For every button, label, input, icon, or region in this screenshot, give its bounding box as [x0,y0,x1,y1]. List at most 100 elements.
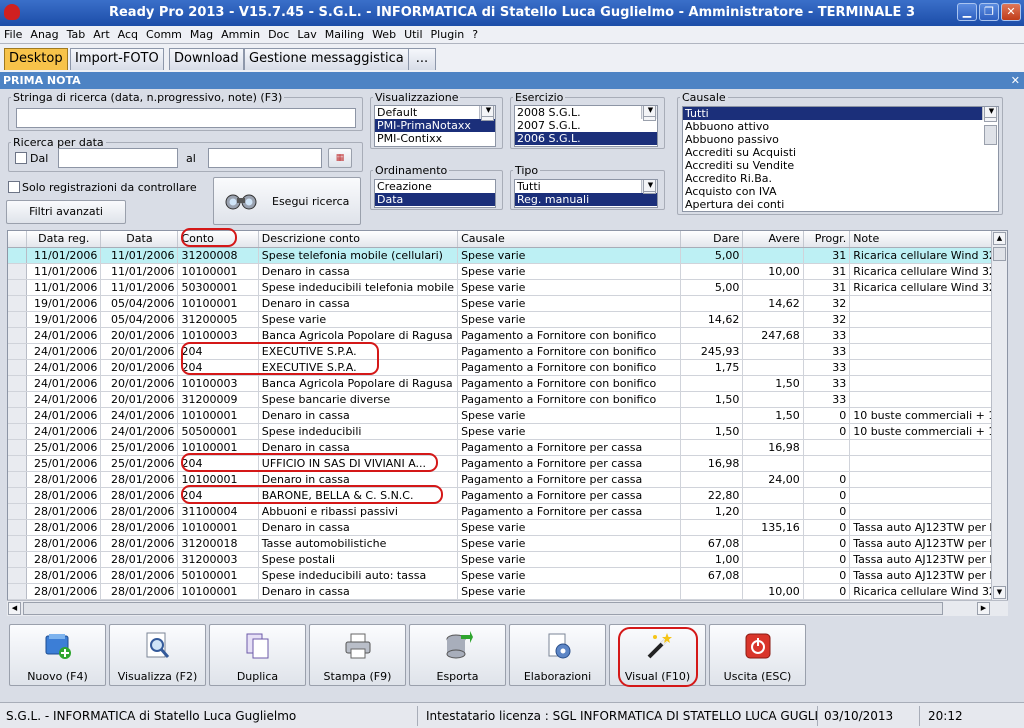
row-indicator[interactable] [8,567,28,584]
only-check-checkbox[interactable] [8,181,20,193]
table-row[interactable]: 25/01/2006 25/01/2006 204 UFFICIO IN SAS DI… [8,455,1007,472]
causale-listbox[interactable]: Tutti Abbuono attivo Abbuono passivo Acc… [682,106,999,212]
section-close-icon[interactable]: ✕ [1011,72,1020,89]
col-header-data-reg[interactable]: Data reg. [26,231,102,248]
menu-art[interactable]: Art [89,26,113,43]
processing-button[interactable]: Elaborazioni [509,624,606,686]
col-header-note[interactable]: Note [849,231,1007,248]
menu-doc[interactable]: Doc [264,26,293,43]
table-row[interactable]: 19/01/2006 05/04/2006 31200005 Spese varie S… [8,311,1007,328]
row-indicator[interactable] [8,263,28,280]
prima-nota-grid[interactable]: Data reg. Data Conto Descrizione conto C… [7,230,1008,616]
causale-item[interactable]: Abbuono attivo [683,120,998,133]
view-item[interactable]: Default [375,106,495,119]
row-indicator[interactable] [8,247,28,264]
causale-item[interactable]: Apertura dei conti [683,198,998,211]
grid-horizontal-scrollbar[interactable]: ◀ ▶ [7,600,1008,616]
menu-file[interactable]: File [0,26,26,43]
menu-acq[interactable]: Acq [114,26,142,43]
fiscal-year-item[interactable]: 2007 S.G.L. [515,119,657,132]
row-indicator[interactable] [8,391,28,408]
col-header-avere[interactable]: Avere [742,231,804,248]
menu-util[interactable]: Util [400,26,426,43]
table-row[interactable]: 11/01/2006 11/01/2006 10100001 Denaro in ca… [8,263,1007,280]
date-from-checkbox[interactable] [15,152,27,164]
col-header-causale[interactable]: Causale [457,231,681,248]
table-row[interactable]: 28/01/2006 28/01/2006 31100004 Abbuoni e ri… [8,503,1007,520]
restore-icon[interactable]: ❐ [979,3,999,21]
scroll-left-icon[interactable]: ◀ [8,602,21,615]
row-indicator[interactable] [8,343,28,360]
date-to-input[interactable] [208,148,322,168]
row-indicator[interactable] [8,311,28,328]
date-from-input[interactable] [58,148,178,168]
causale-item[interactable]: Accrediti su Vendite [683,159,998,172]
menu-lav[interactable]: Lav [293,26,320,43]
type-listbox[interactable]: Tutti Reg. manuali ▲▼ [514,179,658,208]
type-item[interactable]: Tutti [515,180,657,193]
menu-web[interactable]: Web [368,26,400,43]
duplicate-button[interactable]: Duplica [209,624,306,686]
causale-item[interactable]: Accredito Ri.Ba. [683,172,998,185]
table-row[interactable]: 28/01/2006 28/01/2006 10100001 Denaro in ca… [8,471,1007,488]
scroll-right-icon[interactable]: ▶ [977,602,990,615]
causale-item[interactable]: Acquisto con IVA [683,185,998,198]
sort-item-selected[interactable]: Data [375,193,495,206]
tab-more[interactable]: ... [408,48,436,70]
causale-item-selected[interactable]: Tutti [683,107,998,120]
scroll-down-icon[interactable]: ▼ [993,586,1006,599]
table-row[interactable]: 28/01/2006 28/01/2006 31200003 Spese postal… [8,551,1007,568]
advanced-filters-button[interactable]: Filtri avanzati [6,200,126,224]
table-row[interactable]: 24/01/2006 20/01/2006 31200009 Spese bancar… [8,391,1007,408]
causale-scrollbar[interactable]: ▲▼ [982,107,998,145]
menu-mag[interactable]: Mag [186,26,217,43]
table-row[interactable]: 19/01/2006 05/04/2006 10100001 Denaro in ca… [8,295,1007,312]
table-row[interactable]: 24/01/2006 20/01/2006 204 EXECUTIVE S.P.A. P… [8,359,1007,376]
table-row[interactable]: 28/01/2006 28/01/2006 10100001 Denaro in ca… [8,583,1007,600]
export-button[interactable]: Esporta [409,624,506,686]
view-scrollbar[interactable]: ▲▼ [479,106,495,121]
col-header-data[interactable]: Data [100,231,179,248]
grid-vertical-scrollbar[interactable]: ▲ ▼ [991,231,1007,600]
menu-help[interactable]: ? [468,26,482,43]
row-indicator[interactable] [8,503,28,520]
type-item-selected[interactable]: Reg. manuali [515,193,657,206]
row-indicator[interactable] [8,519,28,536]
row-indicator[interactable] [8,375,28,392]
run-search-button[interactable]: Esegui ricerca [213,177,361,225]
row-indicator[interactable] [8,439,28,456]
menu-mailing[interactable]: Mailing [321,26,368,43]
menu-plugin[interactable]: Plugin [427,26,469,43]
app-strawberry-icon[interactable] [4,4,20,20]
row-indicator[interactable] [8,535,28,552]
row-indicator[interactable] [8,295,28,312]
causale-item[interactable]: Abbuono passivo [683,133,998,146]
table-row[interactable]: 24/01/2006 24/01/2006 10100001 Denaro in ca… [8,407,1007,424]
fiscal-year-listbox[interactable]: 2008 S.G.L. 2007 S.G.L. 2006 S.G.L. ▲▼ [514,105,658,147]
row-indicator[interactable] [8,407,28,424]
col-header-conto[interactable]: Conto [177,231,259,248]
menu-anag[interactable]: Anag [26,26,62,43]
tab-download[interactable]: Download [169,48,244,70]
table-row[interactable]: 28/01/2006 28/01/2006 204 BARONE, BELLA & C… [8,487,1007,504]
view-listbox[interactable]: Default PMI-PrimaNotaxx PMI-Contixx ▲▼ [374,105,496,147]
table-row[interactable]: 24/01/2006 20/01/2006 10100003 Banca Agrico… [8,327,1007,344]
view-button[interactable]: Visualizza (F2) [109,624,206,686]
fiscal-year-item[interactable]: 2008 S.G.L. [515,106,657,119]
exit-button[interactable]: Uscita (ESC) [709,624,806,686]
fiscal-year-item-selected[interactable]: 2006 S.G.L. [515,132,657,145]
row-indicator[interactable] [8,471,28,488]
new-button[interactable]: Nuovo (F4) [9,624,106,686]
scroll-thumb[interactable] [993,247,1006,261]
tab-import-foto[interactable]: Import-FOTO [70,48,164,70]
scroll-h-thumb[interactable] [23,602,943,615]
row-indicator[interactable] [8,327,28,344]
minimize-icon[interactable]: ▁ [957,3,977,21]
tab-desktop[interactable]: Desktop [4,48,68,70]
sort-listbox[interactable]: Creazione Data [374,179,496,208]
row-indicator[interactable] [8,487,28,504]
table-row[interactable]: 28/01/2006 28/01/2006 31200018 Tasse automo… [8,535,1007,552]
table-row[interactable]: 25/01/2006 25/01/2006 10100001 Denaro in ca… [8,439,1007,456]
view-item-selected[interactable]: PMI-PrimaNotaxx [375,119,495,132]
table-row[interactable]: 11/01/2006 11/01/2006 31200008 Spese telefo… [8,247,1007,264]
